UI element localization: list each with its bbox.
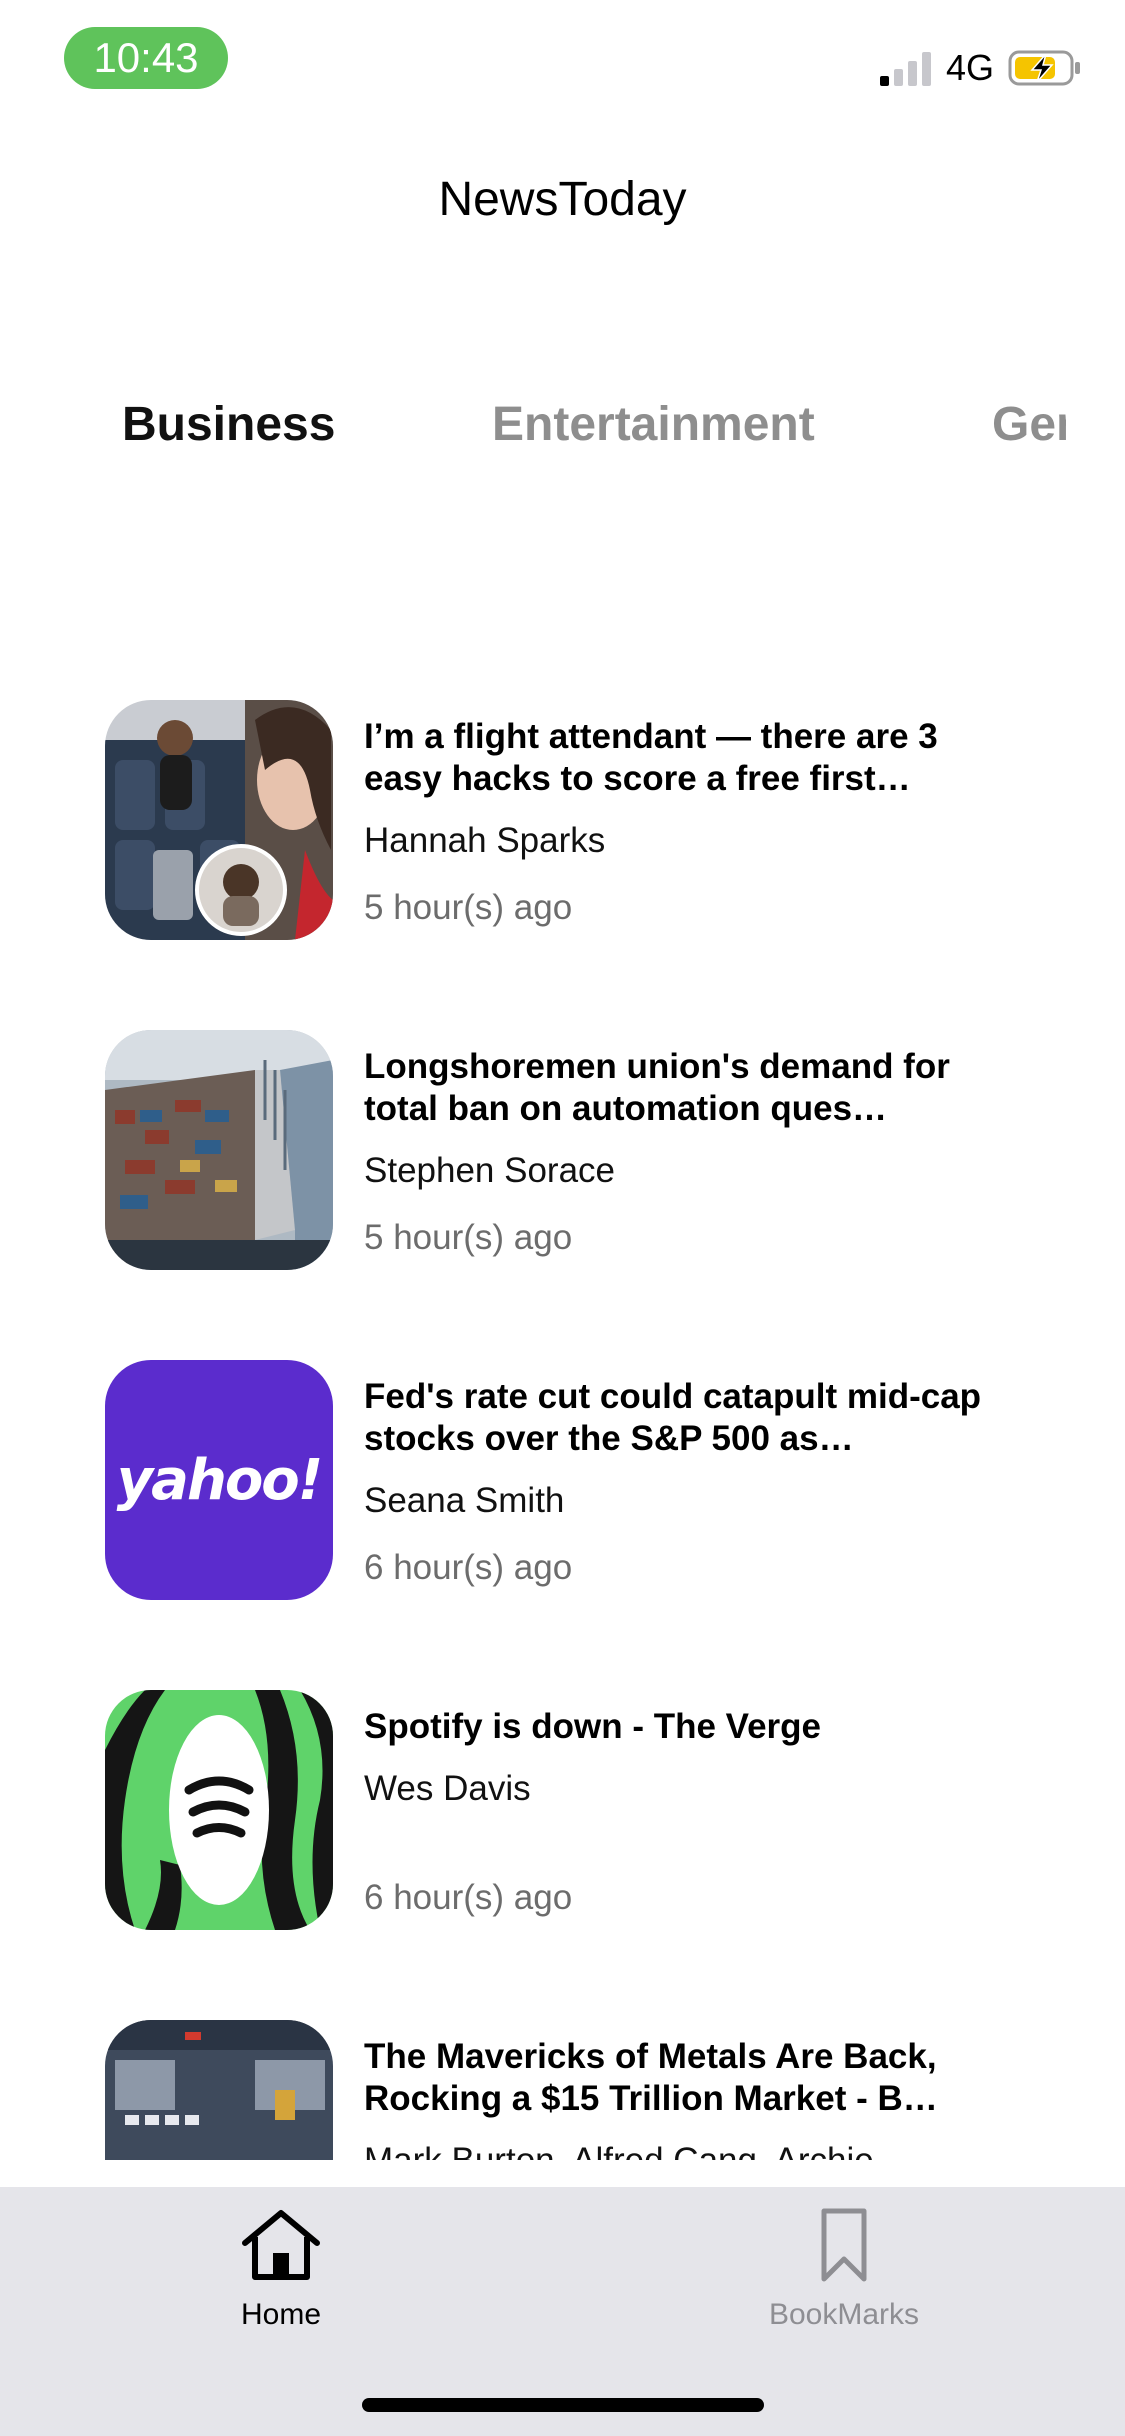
- article-item[interactable]: I’m a flight attendant — there are 3 eas…: [0, 680, 1125, 940]
- network-type: 4G: [946, 47, 995, 88]
- yahoo-logo-thumbnail: yahoo!: [105, 1360, 333, 1600]
- yahoo-logo-text: yahoo!: [116, 1447, 324, 1513]
- article-author: Stephen Sorace: [364, 1151, 616, 1190]
- bookmark-icon: [821, 2208, 867, 2282]
- article-time: 5 hour(s) ago: [364, 1218, 573, 1257]
- article-title[interactable]: Spotify is down - The Verge: [364, 1706, 996, 1748]
- article-author: Mark Burton, Alfred Cang, Archie…: [364, 2140, 909, 2160]
- article-time: 5 hour(s) ago: [364, 888, 573, 927]
- article-title[interactable]: Fed's rate cut could catapult mid-cap st…: [364, 1376, 996, 1460]
- article-thumbnail: [105, 2020, 333, 2160]
- article-time: 6 hour(s) ago: [364, 1548, 573, 1587]
- status-bar: 10:43 4G: [0, 0, 1125, 120]
- tab-business[interactable]: Business: [122, 385, 335, 465]
- status-time: 10:43: [64, 27, 228, 89]
- tab-general[interactable]: General: [992, 385, 1066, 465]
- article-title[interactable]: Longshoremen union's demand for total ba…: [364, 1046, 996, 1130]
- tab-bookmarks-label: BookMarks: [768, 2298, 920, 2331]
- article-item[interactable]: Longshoremen union's demand for total ba…: [0, 1010, 1125, 1270]
- bottom-tab-bar: Home BookMarks: [0, 2187, 1125, 2436]
- battery-charging-icon: [1008, 50, 1080, 86]
- article-author: Seana Smith: [364, 1481, 565, 1520]
- article-author: Hannah Sparks: [364, 821, 606, 860]
- article-item[interactable]: Spotify is down - The Verge Wes Davis 6 …: [0, 1670, 1125, 1930]
- tab-home-label: Home: [240, 2298, 322, 2331]
- spotify-thumbnail: [105, 1690, 333, 1930]
- article-list: I’m a flight attendant — there are 3 eas…: [0, 680, 1125, 2160]
- article-thumbnail: [105, 1030, 333, 1270]
- article-title[interactable]: I’m a flight attendant — there are 3 eas…: [364, 716, 996, 800]
- article-title[interactable]: The Mavericks of Metals Are Back, Rockin…: [364, 2036, 996, 2120]
- home-icon: [242, 2210, 320, 2280]
- article-item[interactable]: yahoo! Fed's rate cut could catapult mid…: [0, 1340, 1125, 1600]
- article-thumbnail: [105, 700, 333, 940]
- category-tabs: Business Entertainment General: [0, 385, 1066, 465]
- tab-entertainment[interactable]: Entertainment: [492, 385, 815, 465]
- home-indicator: [362, 2398, 764, 2412]
- article-time: 6 hour(s) ago: [364, 1878, 573, 1917]
- cellular-signal-icon: [880, 52, 931, 86]
- article-author: Wes Davis: [364, 1769, 531, 1808]
- tab-bookmarks[interactable]: BookMarks: [714, 2207, 974, 2335]
- tab-home[interactable]: Home: [151, 2207, 411, 2335]
- app-title: NewsToday: [438, 173, 687, 226]
- article-item[interactable]: The Mavericks of Metals Are Back, Rockin…: [0, 2000, 1125, 2160]
